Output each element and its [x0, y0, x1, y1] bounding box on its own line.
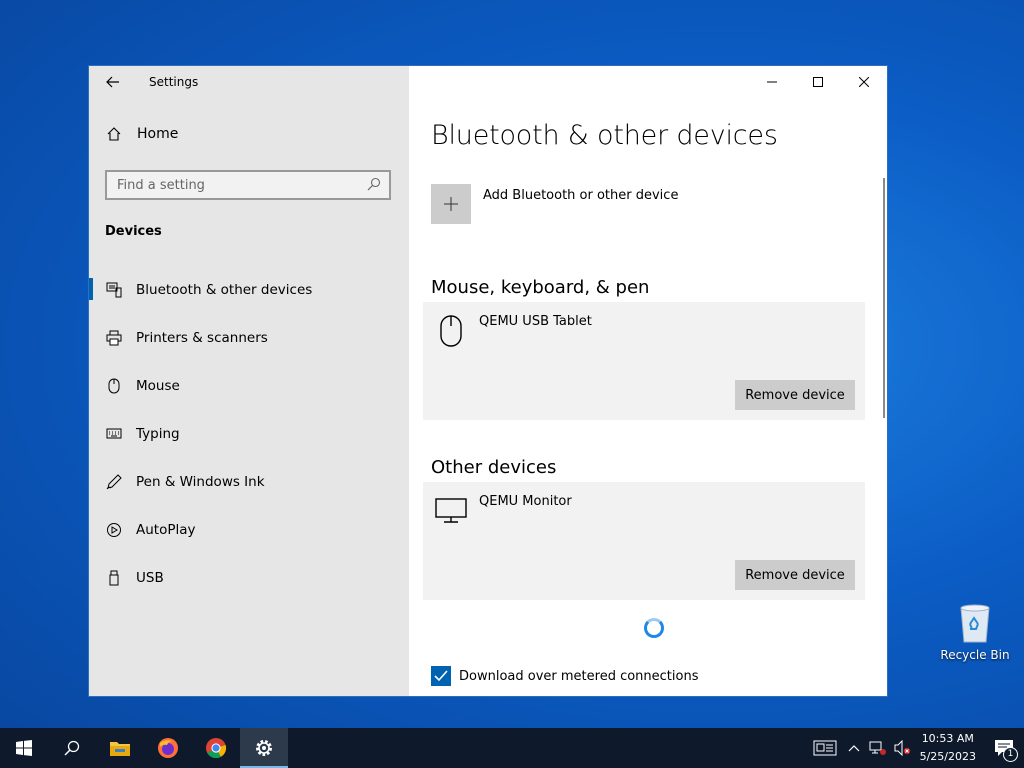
minimize-icon: [767, 81, 777, 83]
search-box[interactable]: [105, 170, 391, 200]
page-title: Bluetooth & other devices: [431, 120, 778, 151]
nav-item-printers[interactable]: Printers & scanners: [89, 314, 409, 362]
folder-icon: [110, 742, 130, 756]
nav-item-label: AutoPlay: [136, 522, 196, 538]
home-icon: [105, 126, 123, 142]
action-center-button[interactable]: 1: [984, 728, 1024, 768]
firefox-icon: [158, 738, 178, 758]
taskbar: 10:53 AM 5/25/2023 1: [0, 728, 1024, 768]
file-explorer-button[interactable]: [96, 728, 144, 768]
group-title-mouse-keyboard: Mouse, keyboard, & pen: [431, 277, 650, 298]
group-title-other-devices: Other devices: [431, 457, 557, 478]
network-button[interactable]: [866, 728, 890, 768]
metered-checkbox[interactable]: [431, 666, 451, 686]
device-card-usb-tablet[interactable]: QEMU USB Tablet Remove device: [423, 302, 865, 420]
settings-content: Bluetooth & other devices Add Bluetooth …: [409, 66, 887, 696]
autoplay-icon: [105, 522, 123, 538]
news-widget-button[interactable]: [808, 728, 842, 768]
recycle-bin-label: Recycle Bin: [940, 648, 1010, 662]
pen-icon: [105, 474, 123, 490]
keyboard-icon: [105, 428, 123, 440]
nav-item-autoplay[interactable]: AutoPlay: [89, 506, 409, 554]
metered-connections-option[interactable]: Download over metered connections: [431, 666, 698, 686]
settings-taskbar-button[interactable]: [240, 728, 288, 768]
clock[interactable]: 10:53 AM 5/25/2023: [920, 730, 976, 766]
clock-time: 10:53 AM: [921, 732, 974, 745]
nav-item-pen[interactable]: Pen & Windows Ink: [89, 458, 409, 506]
mouse-icon: [435, 314, 467, 348]
metered-label: Download over metered connections: [459, 668, 699, 684]
usb-icon: [105, 570, 123, 586]
title-bar: Settings: [89, 66, 409, 98]
app-title: Settings: [149, 75, 199, 89]
windows-logo-icon: [16, 740, 32, 756]
nav-home[interactable]: Home: [105, 126, 178, 142]
chrome-button[interactable]: [192, 728, 240, 768]
settings-window: Settings Home Devices Bluetooth & other …: [88, 65, 888, 697]
section-title: Devices: [105, 224, 162, 239]
back-button[interactable]: [89, 66, 137, 98]
add-device-label: Add Bluetooth or other device: [483, 188, 679, 203]
search-input[interactable]: [117, 177, 357, 193]
close-icon: [859, 77, 869, 87]
checkmark-icon: [434, 670, 448, 682]
notification-count-badge: 1: [1003, 747, 1018, 762]
printer-icon: [105, 330, 123, 346]
show-hidden-icons-button[interactable]: [842, 728, 866, 768]
nav-item-label: Mouse: [136, 378, 180, 394]
remove-device-button[interactable]: Remove device: [735, 560, 855, 590]
nav-item-label: Bluetooth & other devices: [136, 282, 313, 298]
network-icon: [869, 741, 886, 755]
plus-icon: [431, 184, 471, 224]
news-icon: [813, 740, 837, 756]
nav-item-label: USB: [136, 570, 164, 586]
nav-item-label: Typing: [136, 426, 180, 442]
nav-list: Bluetooth & other devices Printers & sca…: [89, 266, 409, 602]
bluetooth-devices-icon: [105, 282, 123, 298]
back-arrow-icon: [106, 76, 119, 88]
remove-device-button[interactable]: Remove device: [735, 380, 855, 410]
device-card-monitor[interactable]: QEMU Monitor Remove device: [423, 482, 865, 600]
chevron-up-icon: [848, 745, 860, 752]
nav-item-usb[interactable]: USB: [89, 554, 409, 602]
minimize-button[interactable]: [749, 66, 795, 98]
search-icon[interactable]: [367, 176, 381, 195]
volume-muted-icon: [894, 740, 910, 756]
nav-item-label: Pen & Windows Ink: [136, 474, 265, 490]
clock-date: 5/25/2023: [919, 750, 976, 763]
nav-item-bluetooth[interactable]: Bluetooth & other devices: [89, 266, 409, 314]
system-tray: 10:53 AM 5/25/2023 1: [808, 728, 1024, 768]
volume-button[interactable]: [890, 728, 914, 768]
monitor-icon: [435, 494, 467, 528]
loading-spinner-icon: [644, 618, 664, 638]
nav-item-typing[interactable]: Typing: [89, 410, 409, 458]
device-name: QEMU USB Tablet: [479, 314, 592, 329]
device-name: QEMU Monitor: [479, 494, 572, 509]
window-controls: [749, 66, 887, 98]
maximize-button[interactable]: [795, 66, 841, 98]
close-button[interactable]: [841, 66, 887, 98]
maximize-icon: [813, 77, 823, 87]
settings-sidebar: Settings Home Devices Bluetooth & other …: [89, 66, 409, 696]
search-icon: [64, 740, 80, 756]
nav-item-label: Printers & scanners: [136, 330, 268, 346]
start-button[interactable]: [0, 728, 48, 768]
gear-icon: [256, 740, 272, 756]
chrome-icon: [206, 738, 227, 759]
firefox-button[interactable]: [144, 728, 192, 768]
nav-item-mouse[interactable]: Mouse: [89, 362, 409, 410]
recycle-bin-icon: [955, 600, 995, 644]
mouse-icon: [105, 378, 123, 394]
scrollbar[interactable]: [883, 178, 885, 418]
recycle-bin[interactable]: Recycle Bin: [938, 600, 1012, 662]
taskbar-search-button[interactable]: [48, 728, 96, 768]
nav-home-label: Home: [137, 126, 179, 142]
add-device-button[interactable]: Add Bluetooth or other device: [431, 184, 678, 224]
